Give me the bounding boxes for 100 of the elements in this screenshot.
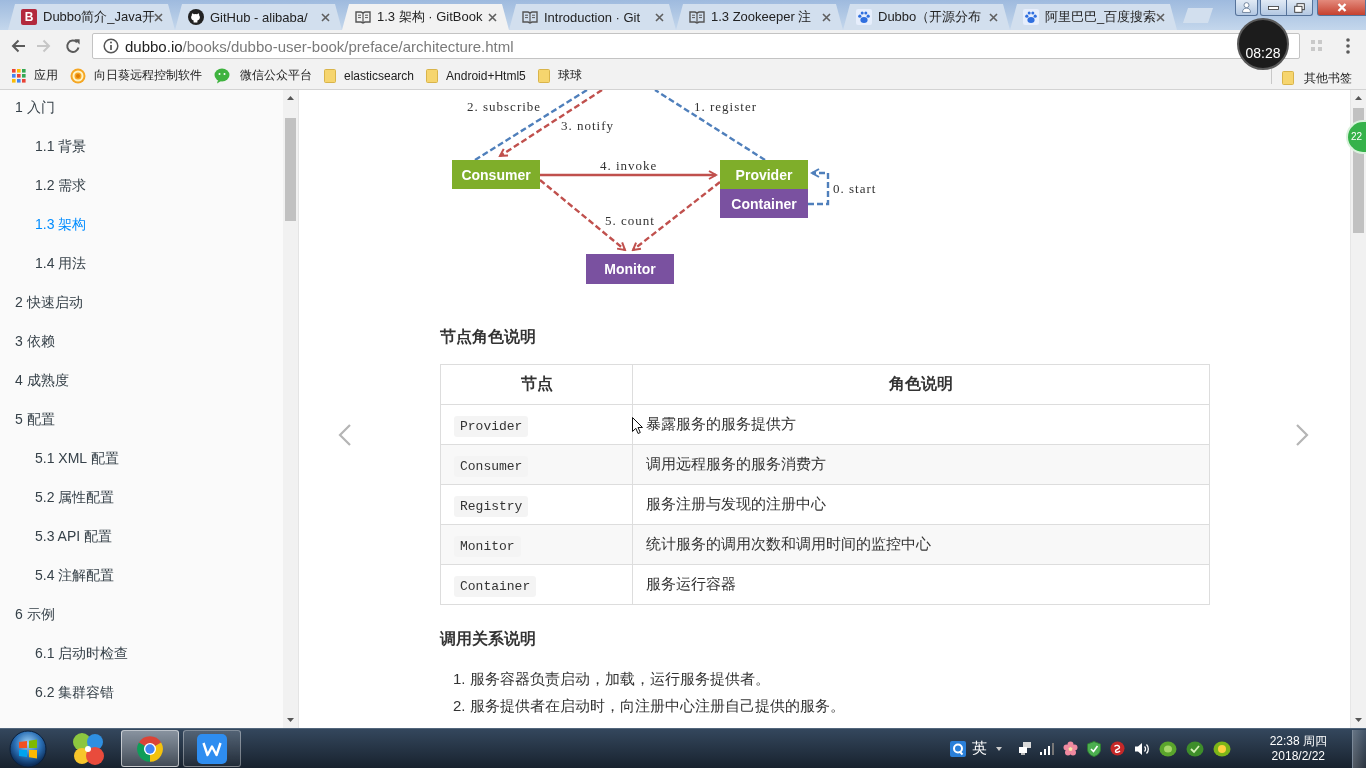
bookmark[interactable]: elasticsearch [318,63,421,88]
table-cell: 服务运行容器 [632,564,1210,605]
round-app-icon[interactable] [1109,741,1125,756]
sidebar-item[interactable]: 5.3 API 配置 [35,527,113,546]
person-icon [1242,2,1251,13]
flag-orb-icon [9,729,47,768]
browser-tab[interactable]: 1.3 Zookeeper 注 [676,4,843,30]
close-icon[interactable] [321,12,330,22]
sidebar-item[interactable]: 1 入门 [15,98,55,117]
browser-tab[interactable]: GitHub - alibaba/ [175,4,342,30]
inline-code: Provider [454,415,529,437]
sidebar-item[interactable]: 5.2 属性配置 [35,488,115,507]
url-text: dubbo.io/books/dubbo-user-book/preface/architecture.html [125,37,514,55]
sidebar-item[interactable]: 5 配置 [15,410,55,429]
sidebar-item[interactable]: 1.1 背景 [35,137,87,156]
info-icon[interactable] [103,38,119,54]
network-icon[interactable] [1018,742,1031,755]
ime-tile-icon[interactable] [949,740,966,757]
tray-app-icon[interactable] [1185,740,1204,757]
table-cell: 统计服务的调用次数和调用时间的监控中心 [632,524,1210,565]
sidebar-item[interactable]: 6.1 启动时检查 [35,644,129,663]
cat-icon [188,9,204,25]
minimize-icon [1268,5,1279,10]
bookmark[interactable]: Android+Html5 [420,63,532,88]
bookmark[interactable]: 其他书签 [1282,71,1352,85]
taskbar-button[interactable] [183,730,241,767]
book-icon [689,9,705,25]
chat-bubble-icon [214,67,232,84]
back-icon[interactable] [10,38,26,54]
tray-app-icon[interactable] [1212,740,1231,757]
inline-code: Registry [454,495,529,517]
connector-label: 4. invoke [600,158,658,173]
minimize-button[interactable] [1260,0,1287,16]
tray-app-icon[interactable] [1158,740,1177,757]
sidebar-item[interactable]: 5.4 注解配置 [35,566,115,585]
close-icon[interactable] [989,12,998,22]
signal-icon[interactable] [1039,742,1054,755]
scroll-up-icon[interactable] [287,96,294,100]
bookmark[interactable]: 球球 [531,63,588,88]
connector-label: 1. register [694,99,757,114]
connector-label: 2. subscribe [467,99,542,114]
sidebar-item[interactable]: 2 快速启动 [15,293,83,312]
clock-date[interactable]: 2018/2/22 [1271,748,1325,764]
folder-icon [426,68,439,83]
browser-tab[interactable]: 阿里巴巴_百度搜索 [1010,4,1177,30]
start-button[interactable] [7,729,49,768]
node-label: Provider [735,166,793,183]
scrollbar[interactable] [283,90,298,728]
browser-tab[interactable]: Dubbo（开源分布 [843,4,1010,30]
browser-tab[interactable]: 1.3 架构 · GitBook [342,4,509,30]
connector-label: 0. start [833,181,877,196]
browser-tab[interactable]: Introduction · Git [509,4,676,30]
scroll-up-icon[interactable] [1355,96,1362,100]
bookmark[interactable]: 应用 [6,63,64,88]
restore-button[interactable] [1287,0,1313,16]
input-language[interactable]: 英 [971,739,987,758]
close-icon[interactable] [154,12,163,22]
scrollbar-thumb[interactable] [285,118,296,221]
sidebar-item[interactable]: 4 成熟度 [15,371,69,390]
close-icon[interactable] [488,12,497,22]
flower-icon[interactable] [1062,741,1078,756]
reload-icon[interactable] [65,38,81,54]
apps-grid-icon [12,68,26,83]
close-icon[interactable] [822,12,831,22]
clover-icon [70,730,106,767]
section-heading: 节点角色说明 [440,327,537,347]
sidebar-item[interactable]: 3 依赖 [15,332,55,351]
sidebar-item[interactable]: 5.1 XML 配置 [35,449,119,468]
node-label: Monitor [604,261,656,277]
scroll-down-icon[interactable] [1355,718,1362,722]
caret-icon[interactable] [995,746,1002,751]
close-window-button[interactable] [1317,0,1366,16]
column-header: 角色说明 [632,364,1210,405]
speaker-icon[interactable] [1133,741,1150,756]
sidebar-item[interactable]: 1.4 用法 [35,254,87,273]
scrollbar[interactable] [1350,90,1366,728]
sunflower-icon [70,67,86,84]
table-cell: 服务注册与发现的注册中心 [632,484,1210,525]
close-icon [1336,3,1347,12]
menu-icon[interactable] [1346,38,1350,54]
browser-tab[interactable]: B Dubbo简介_Java开 [8,4,175,30]
book-icon [355,9,371,25]
show-desktop-button[interactable] [1352,729,1366,768]
profile-button[interactable] [1235,0,1258,16]
close-icon[interactable] [655,12,664,22]
app-tile-icon [197,733,227,764]
bookmark[interactable]: 微信公众平台 [208,63,318,88]
scroll-down-icon[interactable] [287,718,294,722]
shield-icon[interactable] [1086,740,1101,757]
sidebar-item[interactable]: 6 示例 [15,605,55,624]
sidebar-item[interactable]: 6.2 集群容错 [35,683,115,702]
close-icon[interactable] [1156,12,1165,22]
paw-icon [856,9,872,25]
inline-code: Monitor [454,535,521,557]
column-header: 节点 [440,364,633,405]
clock-time[interactable]: 22:38 周四 [1269,733,1327,749]
sidebar-item[interactable]: 1.2 需求 [35,176,87,195]
folder-icon [1282,71,1294,85]
bookmark[interactable]: 向日葵远程控制软件 [64,63,208,88]
folder-icon [537,68,550,83]
